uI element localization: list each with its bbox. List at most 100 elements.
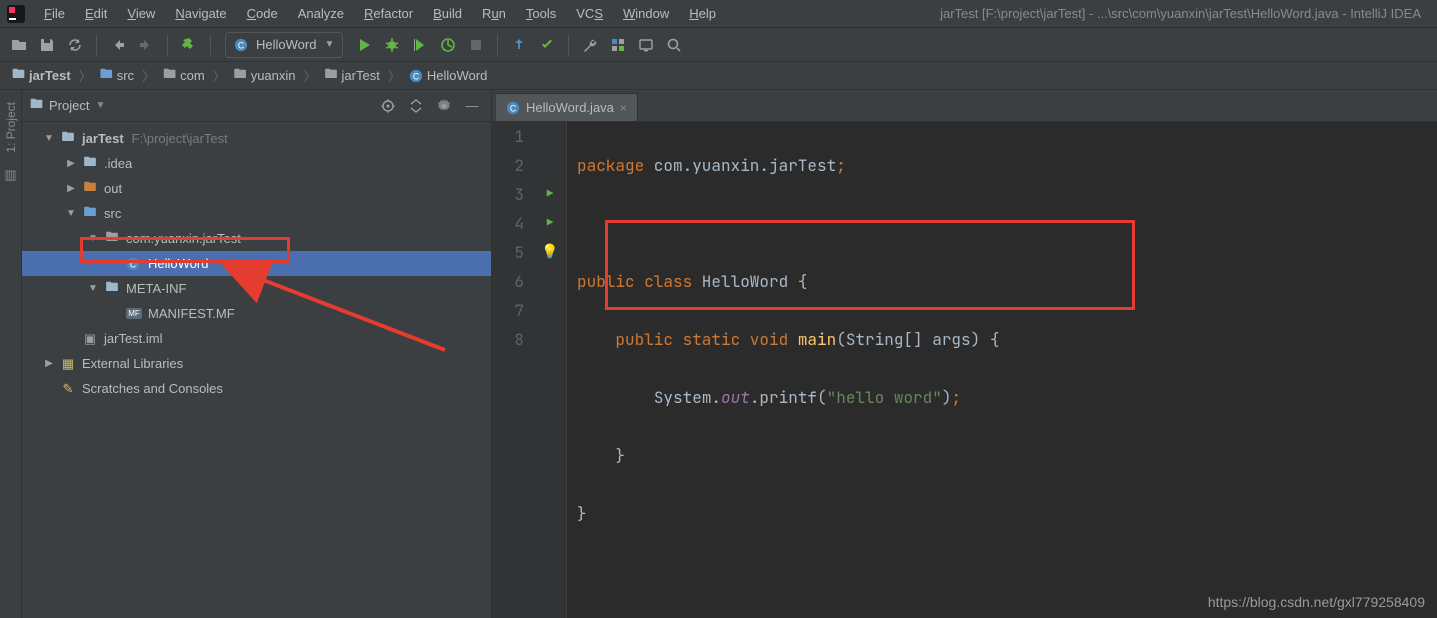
scratches-icon: ✎: [60, 381, 76, 397]
chevron-right-icon: 〉: [213, 66, 226, 85]
run-config-label: HelloWord: [256, 37, 316, 52]
menu-code[interactable]: Code: [239, 4, 286, 23]
save-icon[interactable]: [34, 32, 60, 58]
build-icon[interactable]: [176, 32, 202, 58]
separator: [210, 35, 211, 55]
tree-helloword-class[interactable]: ▶ C HelloWord: [22, 251, 491, 276]
package-icon: 🖿: [234, 65, 247, 87]
tab-helloword[interactable]: C HelloWord.java ×: [496, 93, 638, 121]
tree-external-libraries[interactable]: ▶▦External Libraries: [22, 351, 491, 376]
tree-metainf-folder[interactable]: ▼🖿META-INF: [22, 276, 491, 301]
wrench-icon[interactable]: [577, 32, 603, 58]
menu-run[interactable]: Run: [474, 4, 514, 23]
editor[interactable]: 12345678 ▶ ▶ 💡 package com.yuanxin.jarTe…: [492, 122, 1437, 618]
watermark: https://blog.csdn.net/gxl779258409: [1208, 594, 1425, 610]
line-numbers: 12345678: [492, 122, 534, 618]
intellij-logo: [6, 4, 26, 24]
crumb-jartest[interactable]: 🖿 jarTest: [321, 63, 384, 89]
run-gutter-icon[interactable]: ▶: [547, 180, 554, 209]
tree-project-root[interactable]: ▼🖿jarTestF:\project\jarTest: [22, 126, 491, 151]
menu-file[interactable]: File: [36, 4, 73, 23]
separator: [167, 35, 168, 55]
crumb-label: yuanxin: [251, 68, 296, 83]
menu-navigate[interactable]: Navigate: [167, 4, 234, 23]
avd-icon[interactable]: [633, 32, 659, 58]
gear-icon[interactable]: [433, 95, 455, 117]
run-gutter-icon[interactable]: ▶: [547, 209, 554, 238]
close-icon[interactable]: ×: [620, 101, 627, 115]
collapse-icon[interactable]: [405, 95, 427, 117]
folder-icon: 🖿: [100, 65, 113, 87]
crumb-src[interactable]: 🖿 src: [96, 63, 138, 89]
class-icon: C: [409, 69, 423, 83]
chevron-down-icon[interactable]: ▼: [95, 100, 105, 111]
search-icon[interactable]: [661, 32, 687, 58]
run-config-selector[interactable]: C HelloWord ▼: [225, 32, 343, 58]
menu-edit[interactable]: Edit: [77, 4, 115, 23]
menu-help[interactable]: Help: [681, 4, 724, 23]
run-icon[interactable]: [351, 32, 377, 58]
forward-icon[interactable]: [133, 32, 159, 58]
folder-icon: 🖿: [12, 65, 25, 87]
back-icon[interactable]: [105, 32, 131, 58]
package-icon: 🖿: [325, 65, 338, 87]
coverage-icon[interactable]: [407, 32, 433, 58]
tab-label: HelloWord.java: [526, 100, 614, 115]
crumb-yuanxin[interactable]: 🖿 yuanxin: [230, 63, 300, 89]
manifest-icon: MF: [126, 308, 142, 319]
menu-tools[interactable]: Tools: [518, 4, 564, 23]
project-icon: 🖿: [30, 95, 43, 117]
class-icon: C: [234, 38, 248, 52]
profile-icon[interactable]: [435, 32, 461, 58]
chevron-down-icon: ▼: [324, 39, 334, 50]
chevron-right-icon: 〉: [388, 66, 401, 85]
tree-idea-folder[interactable]: ▶🖿.idea: [22, 151, 491, 176]
crumb-label: jarTest: [342, 68, 380, 83]
vcs-update-icon[interactable]: [506, 32, 532, 58]
project-tool-button[interactable]: 1: Project: [2, 96, 20, 159]
crumb-label: src: [117, 68, 134, 83]
crumb-label: com: [180, 68, 205, 83]
sync-icon[interactable]: [62, 32, 88, 58]
panel-title: Project: [49, 98, 89, 113]
package-icon: 🖿: [163, 65, 176, 87]
gutter: 12345678 ▶ ▶ 💡: [492, 122, 567, 618]
menu-analyze[interactable]: Analyze: [290, 4, 352, 23]
svg-text:C: C: [130, 259, 136, 269]
code-area[interactable]: package com.yuanxin.jarTest; public clas…: [567, 122, 1437, 618]
stop-icon[interactable]: [463, 32, 489, 58]
tree-package[interactable]: ▼🖿com.yuanxin.jarTest: [22, 226, 491, 251]
hide-icon[interactable]: —: [461, 95, 483, 117]
structure-tool-icon[interactable]: ▥: [4, 167, 16, 183]
tree-src-folder[interactable]: ▼🖿src: [22, 201, 491, 226]
tree-manifest-file[interactable]: ▶MFMANIFEST.MF: [22, 301, 491, 326]
crumb-com[interactable]: 🖿 com: [159, 63, 209, 89]
intention-bulb-icon[interactable]: 💡: [541, 238, 558, 267]
window-title: jarTest [F:\project\jarTest] - ...\src\c…: [940, 6, 1431, 21]
crumb-label: jarTest: [29, 68, 71, 83]
menu-bar: File Edit View Navigate Code Analyze Ref…: [0, 0, 1437, 28]
navigation-bar: 🖿jarTest 〉 🖿src 〉 🖿com 〉 🖿yuanxin 〉 🖿jar…: [0, 62, 1437, 90]
class-icon: C: [506, 101, 520, 115]
tree-scratches[interactable]: ▶✎Scratches and Consoles: [22, 376, 491, 401]
crumb-label: HelloWord: [427, 68, 487, 83]
menu-refactor[interactable]: Refactor: [356, 4, 421, 23]
structure-icon[interactable]: [605, 32, 631, 58]
locate-icon[interactable]: [377, 95, 399, 117]
menu-window[interactable]: Window: [615, 4, 677, 23]
crumb-class[interactable]: C HelloWord: [405, 66, 491, 85]
crumb-project[interactable]: 🖿 jarTest: [8, 63, 75, 89]
svg-text:C: C: [510, 103, 516, 113]
menu-build[interactable]: Build: [425, 4, 470, 23]
module-icon: ▣: [82, 331, 98, 347]
tree-out-folder[interactable]: ▶🖿out: [22, 176, 491, 201]
tree-iml-file[interactable]: ▶▣jarTest.iml: [22, 326, 491, 351]
vcs-commit-icon[interactable]: [534, 32, 560, 58]
open-icon[interactable]: [6, 32, 32, 58]
gutter-icons: ▶ ▶ 💡: [534, 122, 566, 618]
menu-vcs[interactable]: VCS: [568, 4, 611, 23]
class-icon: C: [126, 257, 142, 271]
editor-tabs: C HelloWord.java ×: [492, 90, 1437, 122]
debug-icon[interactable]: [379, 32, 405, 58]
menu-view[interactable]: View: [119, 4, 163, 23]
